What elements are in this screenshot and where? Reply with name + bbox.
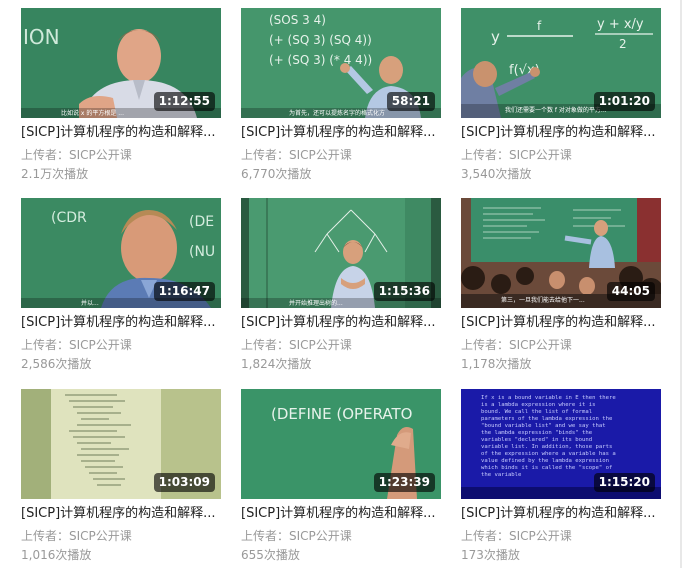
video-title[interactable]: [SICP]计算机程序的构造和解释...: [21, 505, 221, 523]
chalk-text: ION: [23, 25, 60, 49]
uploader-name-link[interactable]: SICP公开课: [509, 338, 572, 352]
slide-text-line: the lambda expression "binds" the: [481, 430, 593, 436]
uploader-label: 上传者：: [241, 338, 290, 352]
slide-text-line: variable list. In addition, those parts: [481, 444, 612, 450]
video-thumbnail[interactable]: If x is a bound variable in E then there…: [461, 389, 661, 499]
video-title[interactable]: [SICP]计算机程序的构造和解释...: [241, 124, 441, 142]
subtitle-text: 并开始推理出树的...: [289, 299, 343, 307]
chalk-text: (CDR: [51, 210, 87, 226]
video-duration: 1:23:39: [373, 473, 435, 492]
video-uploader: 上传者：SICP公开课: [21, 337, 221, 353]
uploader-label: 上传者：: [241, 529, 290, 543]
subtitle-text: 比如说 x 的平方根是 ...: [61, 109, 124, 117]
subtitle-text: 并以...: [81, 299, 99, 307]
video-title[interactable]: [SICP]计算机程序的构造和解释...: [461, 124, 661, 142]
slide-text-line: value defined by the lambda expression: [481, 458, 609, 464]
video-duration: 1:01:20: [593, 92, 655, 111]
uploader-name-link[interactable]: SICP公开课: [289, 529, 352, 543]
uploader-label: 上传者：: [241, 148, 290, 162]
video-view-count: 1,016次播放: [21, 548, 92, 562]
uploader-label: 上传者：: [461, 529, 510, 543]
uploader-label: 上传者：: [21, 338, 70, 352]
chalk-text: (SOS 3 4): [269, 13, 326, 27]
video-thumbnail[interactable]: (CDR (DE (NU 并以... 1:16:47: [21, 198, 221, 308]
video-view-count: 3,540次播放: [461, 167, 532, 181]
video-duration: 44:05: [606, 282, 655, 301]
video-view-count: 2.1万次播放: [21, 167, 89, 181]
video-thumbnail[interactable]: 1:03:09: [21, 389, 221, 499]
subtitle-text: 我们还需要一个数 f 对对象做的平方...: [505, 106, 607, 114]
video-uploader: 上传者：SICP公开课: [241, 147, 441, 163]
video-title[interactable]: [SICP]计算机程序的构造和解释...: [21, 314, 221, 332]
video-title[interactable]: [SICP]计算机程序的构造和解释...: [461, 505, 661, 523]
video-duration: 58:21: [386, 92, 435, 111]
video-view-count: 173次播放: [461, 548, 520, 562]
chalk-text: 2: [619, 37, 627, 51]
video-uploader: 上传者：SICP公开课: [241, 528, 441, 544]
video-duration: 1:12:55: [153, 92, 215, 111]
uploader-name-link[interactable]: SICP公开课: [289, 338, 352, 352]
subtitle-text: 第三，一旦我们能去给他下一...: [501, 296, 585, 304]
slide-text-line: of the expression where a variable has a: [481, 451, 616, 457]
chalk-text: (+ (SQ 3) (SQ 4)): [269, 33, 372, 47]
slide-text-line: which binds it is called the "scope" of: [481, 465, 612, 471]
video-title[interactable]: [SICP]计算机程序的构造和解释...: [241, 505, 441, 523]
slide-text-line: variables "declared" in its bound: [481, 437, 592, 443]
video-title[interactable]: [SICP]计算机程序的构造和解释...: [21, 124, 221, 142]
video-view-count: 1,178次播放: [461, 357, 532, 371]
video-view-count: 1,824次播放: [241, 357, 312, 371]
chalk-text: (NU: [189, 244, 215, 260]
video-view-count: 655次播放: [241, 548, 300, 562]
slide-text-line: the variable: [481, 472, 522, 478]
uploader-label: 上传者：: [21, 529, 70, 543]
uploader-name-link[interactable]: SICP公开课: [289, 148, 352, 162]
video-title[interactable]: [SICP]计算机程序的构造和解释...: [461, 314, 661, 332]
uploader-name-link[interactable]: SICP公开课: [69, 529, 132, 543]
slide-text-line: is a lambda expression where it is: [481, 402, 596, 408]
video-thumbnail[interactable]: (SOS 3 4) (+ (SQ 3) (SQ 4)) (+ (SQ 3) (*…: [241, 8, 441, 118]
video-title[interactable]: [SICP]计算机程序的构造和解释...: [241, 314, 441, 332]
video-duration: 1:15:20: [593, 473, 655, 492]
video-uploader: 上传者：SICP公开课: [461, 337, 661, 353]
video-thumbnail[interactable]: 并开始推理出树的... 1:15:36: [241, 198, 441, 308]
uploader-label: 上传者：: [21, 148, 70, 162]
video-duration: 1:16:47: [153, 282, 215, 301]
video-thumbnail[interactable]: ION 比如说 x 的平方根是 ... 1:12:55: [21, 8, 221, 118]
uploader-name-link[interactable]: SICP公开课: [69, 338, 132, 352]
chalk-text: (+ (SQ 3) (* 4 4)): [269, 53, 372, 67]
video-thumbnail[interactable]: (DEFINE (OPERATO 1:23:39: [241, 389, 441, 499]
video-uploader: 上传者：SICP公开课: [21, 147, 221, 163]
video-uploader: 上传者：SICP公开课: [461, 147, 661, 163]
video-uploader: 上传者：SICP公开课: [241, 337, 441, 353]
uploader-name-link[interactable]: SICP公开课: [69, 148, 132, 162]
chalk-text: y + x/y: [597, 17, 644, 32]
video-thumbnail[interactable]: 第三，一旦我们能去给他下一... 44:05: [461, 198, 661, 308]
video-duration: 1:15:36: [373, 282, 435, 301]
video-uploader: 上传者：SICP公开课: [21, 528, 221, 544]
uploader-name-link[interactable]: SICP公开课: [509, 529, 572, 543]
video-grid: ION 比如说 x 的平方根是 ... 1:12:55 [SICP]计算机程序的…: [0, 0, 682, 568]
chalk-text: (DE: [189, 214, 214, 230]
uploader-label: 上传者：: [461, 148, 510, 162]
slide-text-line: parameters of the lambda expression the: [481, 416, 613, 422]
video-duration: 1:03:09: [153, 473, 215, 492]
slide-text-line: If x is a bound variable in E then there: [481, 395, 616, 401]
video-thumbnail[interactable]: y f y + x/y 2 f(√x) 我们还需要一个数 f 对对象做的平方..…: [461, 8, 661, 118]
video-uploader: 上传者：SICP公开课: [461, 528, 661, 544]
slide-text-line: bound. We call the list of formal: [481, 409, 592, 415]
uploader-label: 上传者：: [461, 338, 510, 352]
chalk-text: y: [491, 28, 500, 46]
slide-text-line: "bound variable list" and we say that: [481, 423, 606, 429]
video-view-count: 6,770次播放: [241, 167, 312, 181]
uploader-name-link[interactable]: SICP公开课: [509, 148, 572, 162]
video-view-count: 2,586次播放: [21, 357, 92, 371]
chalk-text: (DEFINE (OPERATO: [271, 405, 412, 423]
subtitle-text: 为首先，还可以提炼名字的格式化方: [289, 109, 385, 117]
